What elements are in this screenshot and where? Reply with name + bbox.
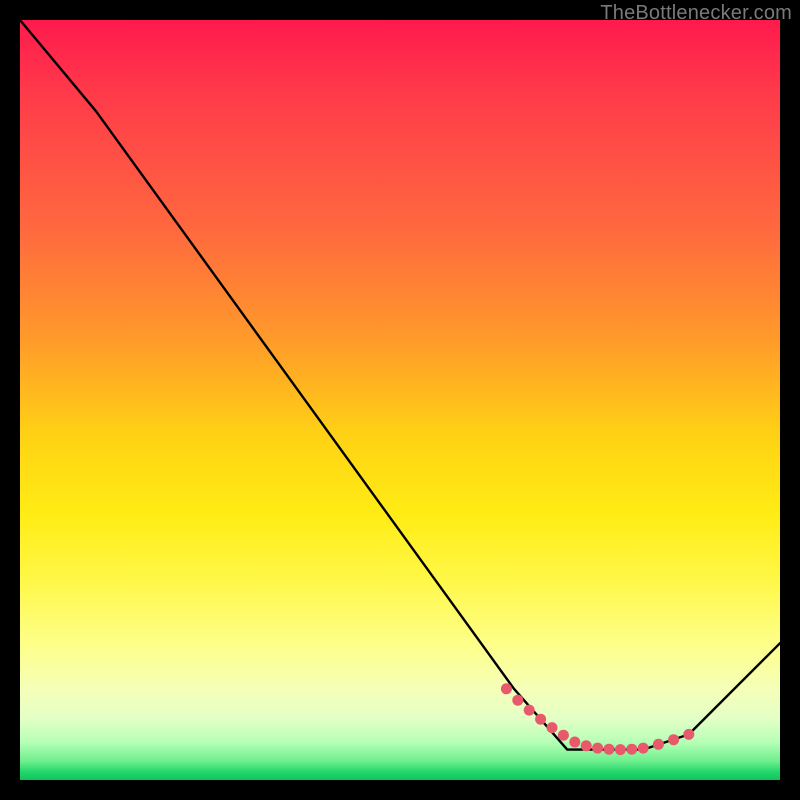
marker-dot: [626, 744, 637, 755]
curve-svg: [20, 20, 780, 780]
marker-dot: [535, 714, 546, 725]
plot-area: [20, 20, 780, 780]
marker-dot: [558, 730, 569, 741]
marker-dot: [638, 743, 649, 754]
marker-dot: [524, 705, 535, 716]
marker-dot: [592, 743, 603, 754]
marker-dot: [581, 740, 592, 751]
marker-dot: [653, 739, 664, 750]
curve-group: [20, 20, 780, 750]
marker-dot: [615, 744, 626, 755]
marker-dot: [569, 737, 580, 748]
marker-dot: [547, 722, 558, 733]
marker-group: [501, 683, 694, 755]
marker-dot: [604, 744, 615, 755]
marker-dot: [683, 729, 694, 740]
bottleneck-curve: [20, 20, 780, 750]
marker-dot: [501, 683, 512, 694]
marker-dot: [668, 734, 679, 745]
marker-dot: [512, 695, 523, 706]
chart-frame: TheBottlenecker.com: [0, 0, 800, 800]
